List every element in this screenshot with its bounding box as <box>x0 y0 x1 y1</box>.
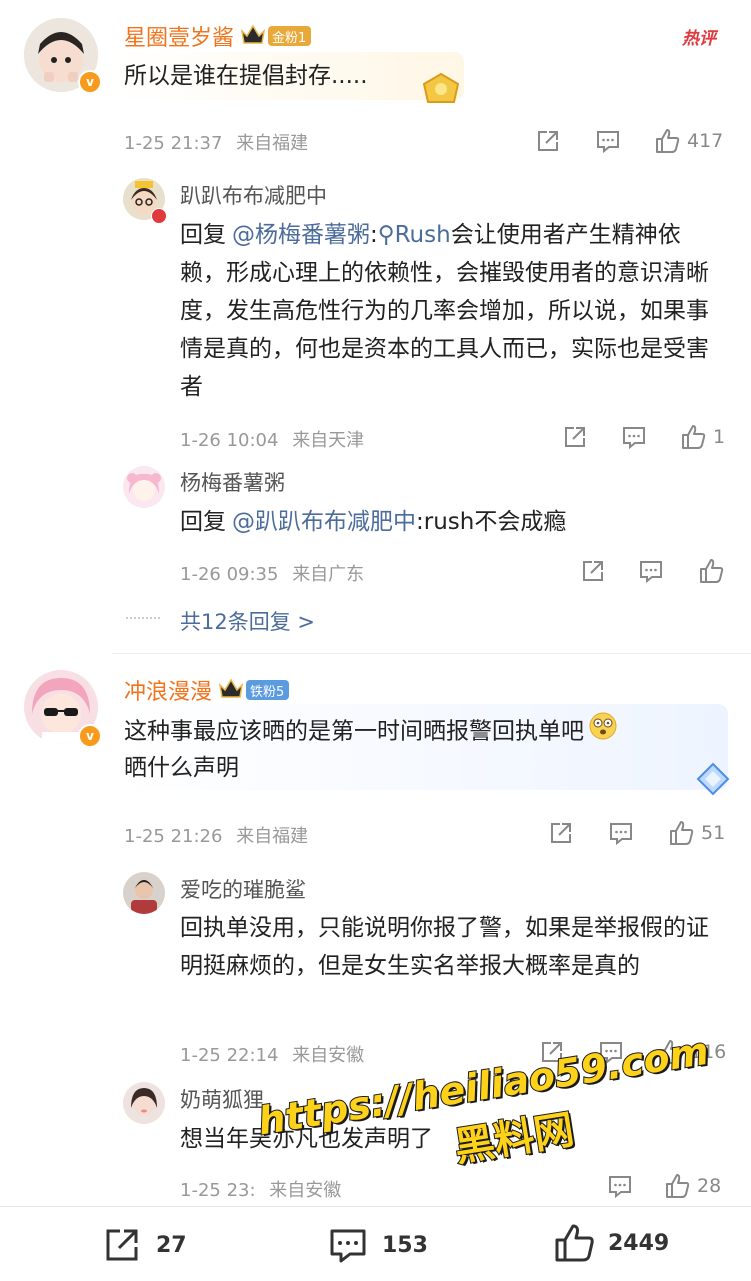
like-button[interactable]: 28 <box>663 1172 721 1200</box>
like-icon <box>666 1174 690 1198</box>
comment-icon <box>610 823 632 846</box>
repost-count: 27 <box>156 1232 187 1258</box>
reply-location: 来自天津 <box>292 430 365 451</box>
verified-icon: v <box>78 724 102 748</box>
bottom-action-bar: 27 153 2449 <box>0 1206 751 1281</box>
comment-icon <box>597 131 619 154</box>
reply-prefix: 回复 <box>180 509 226 535</box>
hot-comment-badge: 热评 <box>682 29 716 49</box>
comment-text-line2: 晒什么声明 <box>124 755 239 781</box>
comment-location: 来自福建 <box>236 826 309 847</box>
share-icon <box>551 823 571 843</box>
share-button[interactable] <box>580 558 606 584</box>
like-count: 51 <box>701 822 726 844</box>
like-post-button[interactable]: 2449 <box>552 1221 669 1265</box>
like-count: 417 <box>687 130 724 152</box>
more-replies-link[interactable]: 共12条回复 > <box>180 606 315 636</box>
member-icon <box>151 208 167 224</box>
comment-text: 所以是谁在提倡封存..... <box>124 63 368 89</box>
bubble-decoration-icon <box>418 70 464 112</box>
crown-icon <box>218 677 244 703</box>
reply-text: 回执单没用，只能说明你报了警，如果是举报假的证明挺麻烦的，但是女生实名举报大概率… <box>180 915 709 979</box>
reply-username[interactable]: 趴趴布布减肥中 <box>180 180 327 210</box>
comment-button[interactable] <box>638 558 664 584</box>
comment-location: 来自福建 <box>236 133 309 154</box>
crown-icon <box>240 23 266 49</box>
comment-icon <box>623 427 645 450</box>
avatar[interactable] <box>123 872 165 914</box>
share-button[interactable] <box>562 424 588 450</box>
reply-username[interactable]: 奶萌狐狸 <box>180 1084 264 1114</box>
comment-time: 1-25 21:26 <box>124 826 223 847</box>
reply-location: 来自广东 <box>292 564 365 585</box>
comment-time: 1-25 21:37 <box>124 133 223 154</box>
comment-text: 这种事最应该晒的是第一时间晒报警回执单吧 <box>124 711 618 753</box>
like-count: 1 <box>713 426 726 448</box>
comment-button[interactable] <box>608 820 634 846</box>
comment-icon <box>609 1176 631 1199</box>
colon: : <box>370 222 378 248</box>
reply-text: 回复 @杨梅番薯粥:⚲Rush会让使用者产生精神依赖，形成心理上的依赖性，会摧毁使… <box>180 216 720 406</box>
like-icon <box>656 129 680 153</box>
reply-location: 来自安徽 <box>292 1045 365 1066</box>
like-icon <box>682 425 706 449</box>
reply-time: 1-26 09:35 <box>180 564 279 585</box>
reply-username[interactable]: 杨梅番薯粥 <box>180 467 285 497</box>
like-count: 28 <box>697 1175 722 1197</box>
share-button[interactable] <box>535 128 561 154</box>
mention-link[interactable]: @趴趴布布减肥中 <box>232 509 416 535</box>
fan-badge: 金粉1 <box>268 26 312 46</box>
like-count: 2449 <box>608 1230 670 1256</box>
comment-count: 153 <box>382 1232 428 1258</box>
reply-time: 1-25 22:14 <box>180 1045 279 1066</box>
verified-icon: v <box>78 70 102 94</box>
comment-icon <box>640 561 662 584</box>
like-icon <box>670 821 694 845</box>
more-replies-dots <box>126 617 160 619</box>
avatar[interactable] <box>123 466 165 508</box>
reply-body: :rush不会成瘾 <box>416 509 567 535</box>
avatar[interactable] <box>123 1082 165 1124</box>
share-icon <box>106 1229 138 1261</box>
like-icon <box>700 559 724 583</box>
search-topic-link[interactable]: ⚲Rush <box>378 222 451 248</box>
share-button[interactable] <box>548 820 574 846</box>
comment-icon <box>330 1229 366 1263</box>
like-button[interactable]: 51 <box>667 819 725 847</box>
repost-button[interactable]: 27 <box>102 1225 187 1265</box>
like-icon <box>555 1224 594 1262</box>
username[interactable]: 星圈壹岁酱 <box>124 20 234 52</box>
reply-body: 会让使用者产生精神依赖，形成心理上的依赖性，会摧毁使用者的意识清晰度，发生高危性… <box>180 222 709 400</box>
reply-username[interactable]: 爱吃的璀脆鲨 <box>180 874 306 904</box>
comment-button[interactable] <box>621 424 647 450</box>
share-icon <box>538 131 558 151</box>
mention-link[interactable]: @杨梅番薯粥 <box>232 222 370 248</box>
fan-badge: 铁粉5 <box>246 680 290 700</box>
comment-button[interactable] <box>607 1173 633 1199</box>
comments-button[interactable]: 153 <box>328 1225 428 1265</box>
dizzy-face-emoji-icon <box>588 711 618 753</box>
comment-button[interactable] <box>595 128 621 154</box>
username[interactable]: 冲浪漫漫 <box>124 674 212 706</box>
share-icon <box>565 427 585 447</box>
like-button[interactable] <box>697 557 725 585</box>
reply-time: 1-26 10:04 <box>180 430 279 451</box>
like-button[interactable]: 1 <box>679 423 725 451</box>
bubble-decoration-icon <box>692 760 734 802</box>
share-icon <box>583 561 603 581</box>
reply-time: 1-25 23: <box>180 1180 256 1201</box>
reply-text: 回复 @趴趴布布减肥中:rush不会成瘾 <box>180 503 566 541</box>
search-icon: ⚲ <box>377 222 395 248</box>
divider <box>112 653 751 654</box>
reply-prefix: 回复 <box>180 222 226 248</box>
like-button[interactable]: 417 <box>653 127 723 155</box>
